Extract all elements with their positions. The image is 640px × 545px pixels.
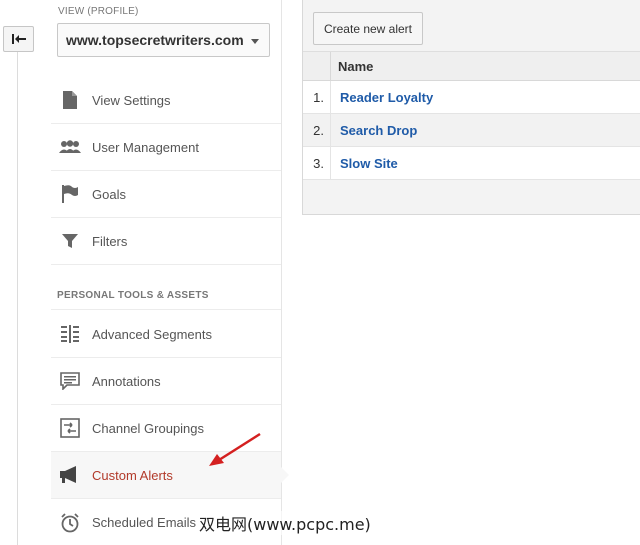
active-item-pointer: [281, 467, 289, 483]
row-number: 3.: [303, 147, 331, 180]
annotation-arrow-icon: [209, 432, 261, 466]
table-row: 1. Reader Loyalty: [303, 81, 640, 114]
table-header: Name: [303, 52, 640, 81]
back-rail: [17, 52, 18, 545]
channel-icon: [59, 417, 81, 439]
filter-icon: [59, 230, 81, 252]
column-header-name[interactable]: Name: [338, 59, 373, 74]
megaphone-icon: [59, 464, 81, 486]
sidebar-item-view-settings[interactable]: View Settings: [51, 77, 281, 124]
sidebar-item-annotations[interactable]: Annotations: [51, 358, 281, 405]
back-arrow-icon: [11, 34, 26, 44]
alert-link[interactable]: Search Drop: [340, 123, 417, 138]
sidebar-border: [281, 0, 282, 545]
sidebar-item-label: Scheduled Emails: [92, 515, 197, 530]
sidebar-item-advanced-segments[interactable]: Advanced Segments: [51, 311, 281, 358]
alerts-table: Name 1. Reader Loyalty 2. Search Drop 3.…: [303, 52, 640, 214]
sidebar-item-filters[interactable]: Filters: [51, 218, 281, 265]
sidebar-item-label: Filters: [92, 233, 128, 249]
alert-link[interactable]: Reader Loyalty: [340, 90, 433, 105]
table-row: 3. Slow Site: [303, 147, 640, 180]
sidebar-item-label: Advanced Segments: [92, 326, 212, 342]
section-header: PERSONAL TOOLS & ASSETS: [57, 290, 209, 301]
document-icon: [59, 89, 81, 111]
section-divider: [51, 309, 281, 310]
sidebar-item-label: Channel Groupings: [92, 420, 205, 436]
flag-icon: [59, 183, 81, 205]
annotation-icon: [59, 370, 81, 392]
table-footer: [303, 180, 640, 214]
clock-icon: [59, 512, 81, 534]
sidebar-item-goals[interactable]: Goals: [51, 171, 281, 218]
alert-link[interactable]: Slow Site: [340, 156, 398, 171]
sidebar-item-user-management[interactable]: User Management: [51, 124, 281, 171]
table-row: 2. Search Drop: [303, 114, 640, 147]
users-icon: [59, 136, 81, 158]
row-number: 2.: [303, 114, 331, 147]
alerts-panel: Create new alert Name 1. Reader Loyalty …: [302, 0, 640, 215]
back-button[interactable]: [3, 26, 34, 52]
segments-icon: [59, 323, 81, 345]
view-selector[interactable]: www.topsecretwriters.com: [57, 23, 270, 57]
chevron-down-icon: [251, 39, 259, 44]
row-number-header: [303, 52, 331, 81]
alerts-toolbar: Create new alert: [303, 0, 640, 52]
view-selector-value: www.topsecretwriters.com: [66, 32, 244, 48]
sidebar-item-label: Annotations: [92, 373, 161, 389]
watermark: 双电网(www.pcpc.me): [199, 511, 371, 535]
row-number: 1.: [303, 81, 331, 114]
sidebar-item-label: Custom Alerts: [92, 467, 173, 483]
create-new-alert-button[interactable]: Create new alert: [313, 12, 423, 45]
sidebar-item-label: Goals: [92, 186, 126, 202]
sidebar-item-label: View Settings: [92, 92, 171, 108]
sidebar-item-label: User Management: [92, 139, 199, 155]
view-label: VIEW (PROFILE): [58, 6, 139, 17]
